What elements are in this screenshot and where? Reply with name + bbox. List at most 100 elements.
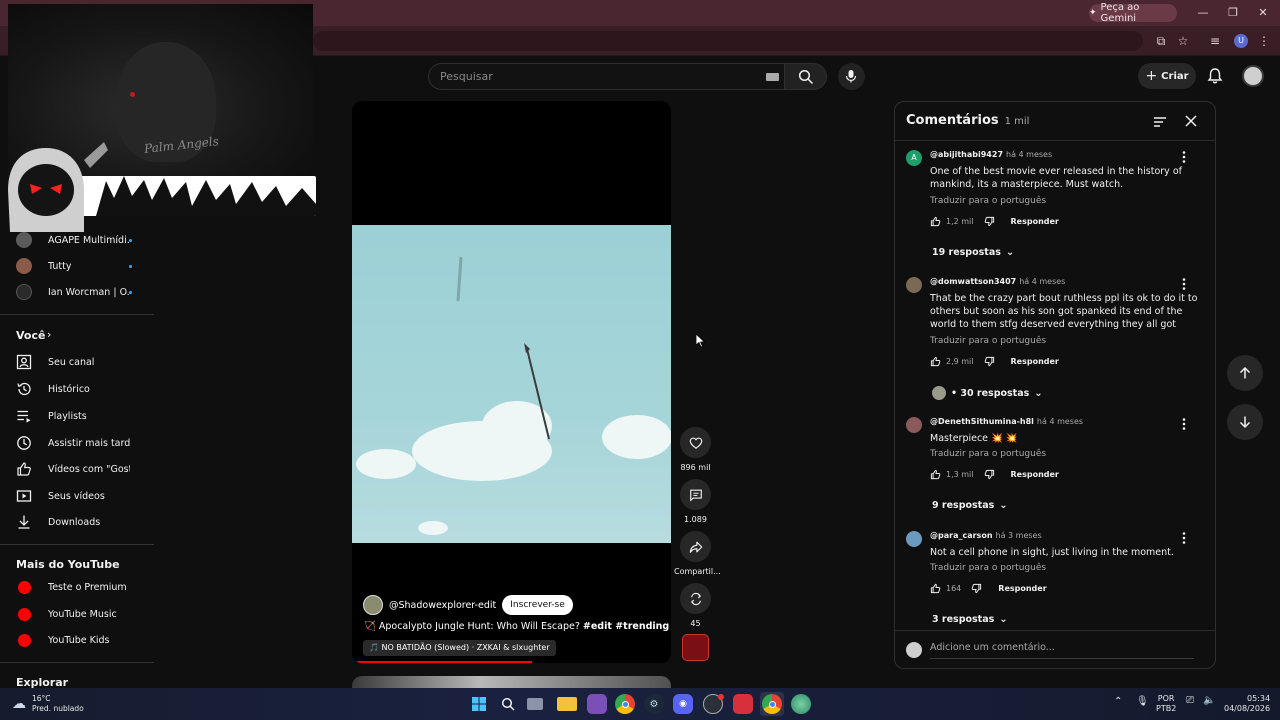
- subscription-item[interactable]: Tutty: [0, 254, 154, 278]
- subscription-item[interactable]: Ian Worcman | O...: [0, 280, 154, 304]
- sidebar-item-liked-videos[interactable]: Vídeos com "Gostei": [0, 457, 154, 481]
- browser-globe-icon[interactable]: [791, 694, 811, 714]
- translate-link[interactable]: Traduzir para o português: [930, 449, 1046, 459]
- view-replies-button[interactable]: 19 respostas ⌄: [932, 247, 1014, 258]
- chrome-active-icon[interactable]: [762, 694, 782, 714]
- translate-link[interactable]: Traduzir para o português: [930, 563, 1046, 573]
- file-explorer-icon[interactable]: [557, 697, 577, 711]
- short-video-player[interactable]: @Shadowexplorer-edit Inscrever-se 🏹 Apoc…: [352, 101, 671, 663]
- sort-icon[interactable]: [1152, 114, 1168, 130]
- clock[interactable]: 05:34 04/08/2026: [1224, 694, 1270, 714]
- thumb-up-icon[interactable]: [930, 583, 941, 594]
- comment-author[interactable]: @para_carson: [930, 531, 993, 540]
- view-replies-button[interactable]: • 30 respostas ⌄: [932, 386, 1043, 400]
- short-title[interactable]: 🏹 Apocalypto Jungle Hunt: Who Will Escap…: [364, 621, 669, 632]
- thumb-up-icon[interactable]: [930, 356, 941, 367]
- sidebar-item-history[interactable]: Histórico: [0, 377, 154, 401]
- close-window-icon[interactable]: ✕: [1252, 4, 1274, 22]
- comment-author[interactable]: @abijithabi9427: [930, 150, 1003, 159]
- search-button[interactable]: [785, 63, 827, 90]
- weather-widget[interactable]: ☁ 16°C Pred. nublado: [12, 693, 84, 715]
- discord-icon[interactable]: ◉: [673, 694, 693, 714]
- comment-author[interactable]: @domwattson3407: [930, 277, 1016, 286]
- volume-icon[interactable]: 🔈: [1203, 696, 1215, 706]
- input-language[interactable]: POR PTB2: [1156, 694, 1176, 714]
- bookmark-star-icon[interactable]: ☆: [1174, 32, 1192, 50]
- browser-menu-icon[interactable]: ⋮: [1255, 32, 1273, 50]
- minimize-icon[interactable]: —: [1192, 4, 1214, 22]
- omnibox[interactable]: [313, 31, 1143, 51]
- voice-search-button[interactable]: [838, 63, 865, 90]
- previous-short-button[interactable]: [1227, 355, 1263, 391]
- thumb-down-icon[interactable]: [984, 356, 995, 367]
- sidebar-item-watch-later[interactable]: Assistir mais tarde: [0, 431, 154, 455]
- search-input[interactable]: Pesquisar: [428, 63, 785, 90]
- obs-app-icon[interactable]: [587, 694, 607, 714]
- share-button[interactable]: [680, 531, 711, 562]
- comment-time[interactable]: há 3 meses: [996, 531, 1042, 540]
- reply-button[interactable]: Responder: [1011, 217, 1059, 226]
- hashtags[interactable]: #edit #trending: [583, 621, 669, 632]
- comment-author[interactable]: @DenethSithumina-h8l: [930, 417, 1034, 426]
- channel-name[interactable]: @Shadowexplorer-edit: [389, 600, 496, 611]
- sidebar-item-kids[interactable]: YouTube Kids: [0, 628, 154, 652]
- commenter-avatar[interactable]: [906, 531, 922, 547]
- you-section-header[interactable]: Você ›: [0, 328, 154, 344]
- thumb-up-icon[interactable]: [930, 469, 941, 480]
- comment-time[interactable]: há 4 meses: [1037, 417, 1083, 426]
- video-progress-bar[interactable]: [352, 661, 532, 663]
- network-icon[interactable]: ⎚: [1186, 696, 1194, 706]
- tray-microphone-icon[interactable]: 🎙: [1136, 697, 1149, 707]
- view-replies-button[interactable]: 3 respostas ⌄: [932, 614, 1008, 625]
- view-replies-button[interactable]: 9 respostas ⌄: [932, 500, 1008, 511]
- sidebar-item-downloads[interactable]: Downloads: [0, 510, 154, 534]
- next-short-button[interactable]: [1227, 404, 1263, 440]
- chrome-icon[interactable]: [615, 694, 635, 714]
- account-avatar[interactable]: [1242, 65, 1264, 87]
- commenter-avatar[interactable]: [906, 277, 922, 293]
- music-chip[interactable]: 🎵 NO BATIDÃO (Slowed) · ZXKAI & slxughte…: [363, 640, 556, 656]
- sound-thumbnail[interactable]: [682, 634, 709, 661]
- subscription-item[interactable]: ÁGAPE Multimídi...: [0, 228, 154, 252]
- taskbar-search-icon[interactable]: [498, 694, 518, 714]
- sidebar-item-playlists[interactable]: Playlists: [0, 404, 154, 428]
- sidebar-item-your-channel[interactable]: Seu canal: [0, 350, 154, 374]
- sidebar-item-your-videos[interactable]: Seus vídeos: [0, 484, 154, 508]
- reply-button[interactable]: Responder: [998, 584, 1046, 593]
- translate-link[interactable]: Traduzir para o português: [930, 196, 1046, 206]
- tray-overflow-icon[interactable]: ⌃: [1114, 697, 1122, 707]
- install-app-icon[interactable]: ⧉: [1152, 32, 1170, 50]
- commenter-avatar[interactable]: [906, 417, 922, 433]
- more-options-icon[interactable]: [1178, 277, 1190, 291]
- close-icon[interactable]: [1183, 113, 1199, 129]
- sidebar-item-music[interactable]: YouTube Music: [0, 602, 154, 626]
- comment-time[interactable]: há 4 meses: [1006, 150, 1052, 159]
- app-icon-red[interactable]: [733, 694, 753, 714]
- thumb-down-icon[interactable]: [984, 216, 995, 227]
- steam-icon[interactable]: ⚙: [644, 694, 664, 714]
- windows-start-icon[interactable]: [469, 694, 489, 714]
- remix-button[interactable]: [680, 583, 711, 614]
- more-options-icon[interactable]: [1178, 150, 1190, 164]
- commenter-avatar[interactable]: A: [906, 150, 922, 166]
- more-options-icon[interactable]: [1178, 417, 1190, 431]
- thumb-up-icon[interactable]: [930, 216, 941, 227]
- restore-icon[interactable]: ❐: [1222, 4, 1244, 22]
- thumb-down-icon[interactable]: [971, 583, 982, 594]
- reply-button[interactable]: Responder: [1011, 470, 1059, 479]
- like-button[interactable]: [680, 427, 711, 458]
- comments-button[interactable]: [680, 479, 711, 510]
- add-comment-input[interactable]: Adicione um comentário...: [930, 642, 1055, 653]
- comment-time[interactable]: há 4 meses: [1019, 277, 1065, 286]
- translate-link[interactable]: Traduzir para o português: [930, 336, 1046, 346]
- subscribe-button[interactable]: Inscrever-se: [502, 595, 573, 615]
- create-button[interactable]: + Criar: [1138, 63, 1196, 89]
- keyboard-icon[interactable]: [766, 73, 779, 81]
- thumb-down-icon[interactable]: [984, 469, 995, 480]
- more-options-icon[interactable]: [1178, 531, 1190, 545]
- browser-profile-avatar[interactable]: U: [1234, 34, 1248, 48]
- gemini-button[interactable]: ✦ Peça ao Gemini: [1089, 2, 1177, 24]
- task-view-icon[interactable]: [527, 698, 543, 710]
- channel-avatar[interactable]: [363, 595, 383, 615]
- media-controls-icon[interactable]: ≡: [1206, 32, 1224, 50]
